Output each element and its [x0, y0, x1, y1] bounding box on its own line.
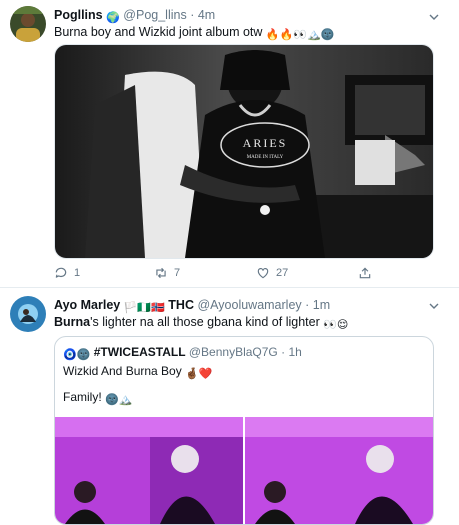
quoted-text-1: Wizkid And Burna Boy	[63, 364, 182, 378]
retweet-count: 7	[174, 267, 181, 279]
globe-emoji: 🌍	[106, 12, 120, 24]
quoted-emojis-2: 🌚🏔️	[105, 394, 133, 406]
retweet-icon	[156, 267, 166, 279]
tweet-text: Burna boy and Wizkid joint album otw 🔥🔥👀…	[54, 25, 334, 41]
quoted-emojis-1: 🤞🏾❤️	[185, 368, 213, 380]
tweet-text: Burna's lighter na all those gbana kind …	[54, 315, 348, 331]
display-name[interactable]: Pogllins	[54, 8, 103, 22]
reply-button[interactable]: 1	[54, 265, 80, 281]
photo-artwork: ARIES MADE IN ITALY	[55, 45, 433, 258]
separator: ·	[190, 8, 195, 22]
flag-emojis: 🏳️🇳🇬🇳🇴	[123, 302, 165, 314]
timestamp[interactable]: 4m	[198, 8, 215, 22]
tweet-emojis: 🔥🔥👀🏔️🌚	[265, 29, 335, 41]
avatar-ayo-marley[interactable]	[10, 296, 46, 332]
reply-icon	[55, 267, 67, 278]
tweet-header: Ayo Marley 🏳️🇳🇬🇳🇴 THC @Ayooluwamarley · …	[54, 298, 330, 314]
handle[interactable]: @Ayooluwamarley	[197, 298, 301, 312]
quoted-avatar-emojis: 🧿🌚	[63, 349, 91, 361]
tweet-body: Burna boy and Wizkid joint album otw	[54, 25, 263, 39]
caret-down-icon[interactable]	[429, 12, 439, 22]
quoted-line-2: Family! 🌚🏔️	[63, 390, 132, 406]
quoted-header: 🧿🌚 #TWICEASTALL @BennyBlaQ7G · 1h	[63, 345, 302, 361]
caret-down-icon[interactable]	[429, 301, 439, 311]
tweet-ayo-marley[interactable]: Ayo Marley 🏳️🇳🇬🇳🇴 THC @Ayooluwamarley · …	[0, 288, 459, 525]
quoted-timestamp[interactable]: 1h	[288, 345, 301, 359]
quoted-text-2: Family!	[63, 390, 102, 404]
tweet-photo[interactable]: ARIES MADE IN ITALY	[54, 44, 434, 259]
tweet-header: Pogllins 🌍 @Pog_llins · 4m	[54, 8, 215, 24]
shirt-logo-subtext: MADE IN ITALY	[247, 155, 284, 160]
tweet-pogllins[interactable]: Pogllins 🌍 @Pog_llins · 4m Burna boy and…	[0, 0, 459, 285]
avatar-pogllins[interactable]	[10, 6, 46, 42]
name-suffix: THC	[168, 298, 194, 312]
share-button[interactable]	[358, 265, 378, 281]
retweet-button[interactable]: 7	[154, 265, 180, 281]
reply-count: 1	[74, 267, 81, 279]
quoted-separator: ·	[281, 345, 286, 359]
share-icon	[359, 267, 371, 279]
tweet-actions: 1 7 27	[54, 265, 432, 283]
quoted-line-1: Wizkid And Burna Boy 🤞🏾❤️	[63, 364, 212, 380]
timestamp[interactable]: 1m	[313, 298, 330, 312]
like-button[interactable]: 27	[256, 265, 288, 281]
tweet-emojis: 👀😌	[323, 319, 349, 331]
quoted-photo-right[interactable]	[245, 417, 433, 524]
quoted-display-name[interactable]: #TWICEASTALL	[94, 345, 186, 359]
tweet-body-bold: Burna	[54, 315, 91, 329]
shirt-logo-text: ARIES	[243, 136, 288, 150]
handle[interactable]: @Pog_llins	[123, 8, 186, 22]
quoted-photo-left[interactable]	[55, 417, 243, 524]
quoted-tweet[interactable]: 🧿🌚 #TWICEASTALL @BennyBlaQ7G · 1h Wizkid…	[54, 336, 434, 525]
display-name[interactable]: Ayo Marley	[54, 298, 120, 312]
like-count: 27	[276, 267, 289, 279]
separator: ·	[305, 298, 310, 312]
quoted-handle[interactable]: @BennyBlaQ7G	[189, 345, 278, 359]
like-icon	[257, 268, 269, 279]
tweet-body: 's lighter na all those gbana kind of li…	[90, 315, 320, 329]
